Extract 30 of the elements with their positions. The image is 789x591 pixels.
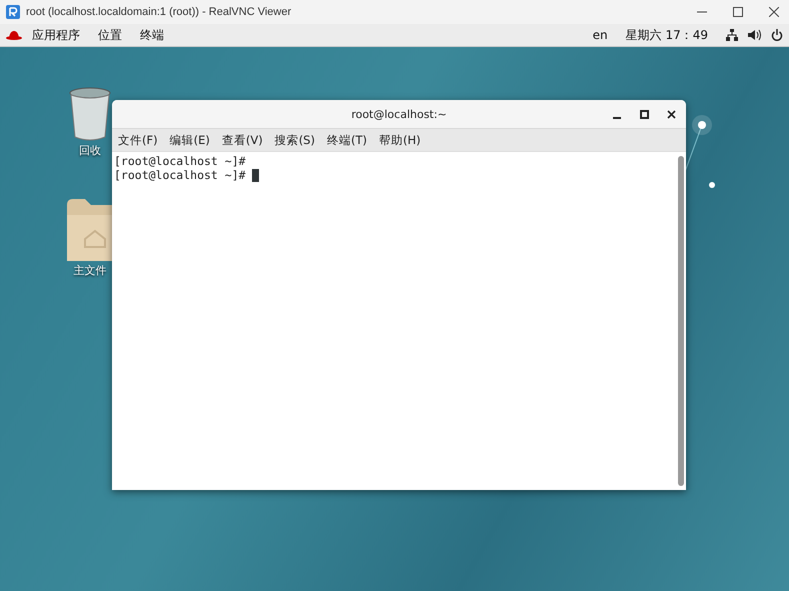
menu-item[interactable]: 编辑(E) — [170, 132, 210, 148]
maximize-icon[interactable] — [640, 110, 649, 119]
desktop-icon-label[interactable]: 主文件 — [74, 263, 106, 278]
top-menu[interactable]: 应用程序 — [32, 26, 80, 44]
scrollbar[interactable] — [678, 156, 684, 486]
app-logo-icon — [6, 5, 20, 19]
menu-item[interactable]: 文件(F) — [118, 132, 158, 148]
hat-icon — [6, 30, 22, 40]
desktop-icon-label[interactable]: 回收 — [79, 143, 101, 158]
menu-item[interactable]: 终端(T) — [326, 132, 367, 148]
volume-icon[interactable] — [748, 29, 761, 41]
clock[interactable]: 星期六 17：49 — [626, 26, 708, 44]
trash-icon[interactable] — [68, 87, 112, 141]
close-icon[interactable] — [769, 7, 779, 17]
window-title: root (localhost.localdomain:1 (root)) - RealVNC Viewer — [26, 6, 292, 18]
terminal-title: root@localhost:~ — [351, 108, 447, 120]
menu-item[interactable]: 查看(V) — [222, 132, 263, 148]
terminal-line: [root@localhost ~]# — [114, 154, 247, 168]
menu-item[interactable]: 帮助(H) — [378, 132, 421, 148]
language-indicator[interactable]: en — [592, 28, 608, 42]
maximize-icon[interactable] — [733, 7, 743, 17]
close-icon[interactable] — [667, 110, 676, 119]
network-icon[interactable] — [726, 29, 738, 41]
text-cursor — [252, 168, 260, 182]
top-menu[interactable]: 终端 — [140, 26, 164, 44]
folder-icon[interactable] — [67, 199, 113, 261]
power-icon[interactable] — [771, 29, 783, 41]
menu-item[interactable]: 搜索(S) — [274, 132, 315, 148]
top-menu[interactable]: 位置 — [98, 26, 122, 44]
terminal-line: [root@localhost ~]# — [114, 168, 247, 182]
